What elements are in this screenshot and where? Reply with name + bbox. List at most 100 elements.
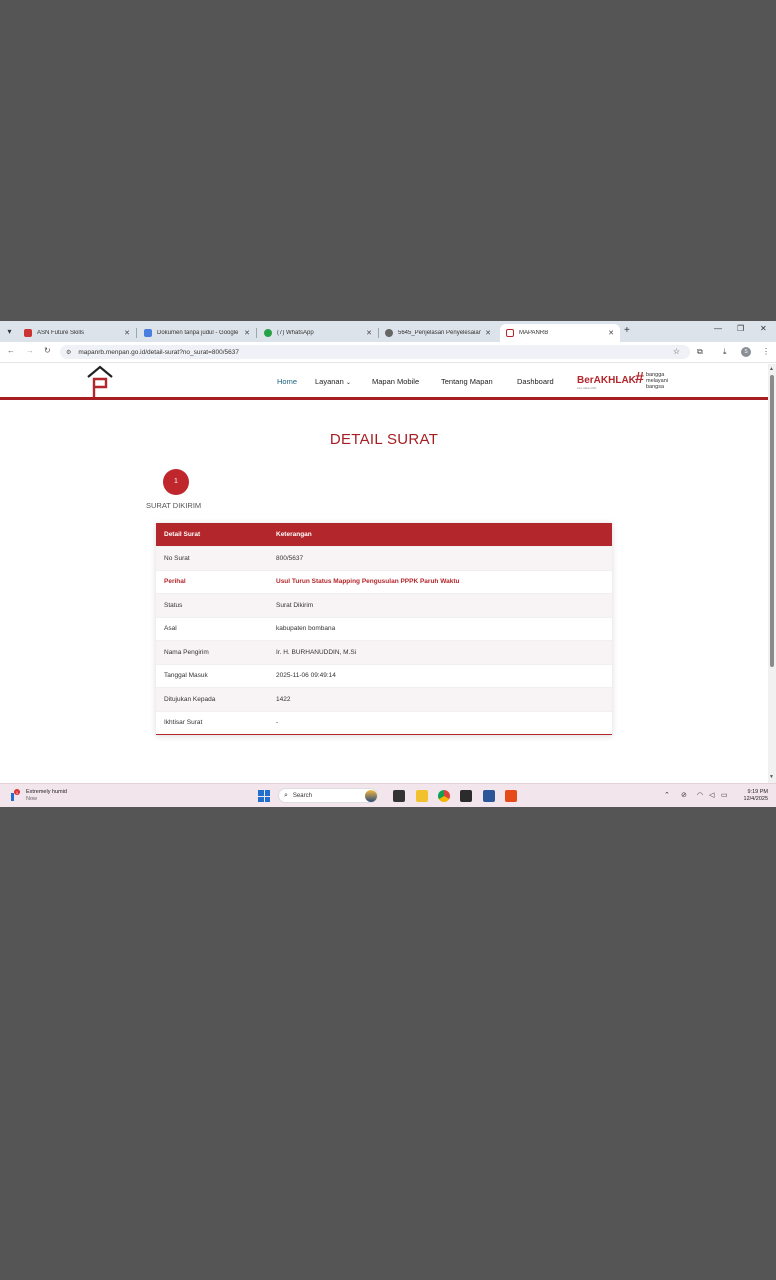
close-tab-icon[interactable]: ✕ [124, 329, 130, 337]
table-header: Detail Surat Keterangan [156, 523, 612, 546]
page-title: DETAIL SURAT [329, 431, 439, 448]
row-label: No Surat [164, 554, 190, 562]
nav-dashboard[interactable]: Dashboard [517, 377, 554, 386]
nav-mapan-mobile[interactable]: Mapan Mobile [372, 377, 419, 386]
browser-menu-icon[interactable]: ⋮ [762, 347, 770, 356]
scroll-down-icon[interactable]: ▼ [769, 774, 774, 780]
row-value: - [276, 719, 279, 727]
row-value: Surat Dikirim [276, 601, 314, 609]
detail-surat-table: Detail Surat Keterangan No Surat 800/5637… [156, 523, 612, 735]
scrollbar-thumb[interactable] [770, 375, 774, 667]
table-row: Perihal Usul Turun Status Mapping Pengusu… [156, 569, 612, 594]
no-camera-icon[interactable]: ⊘ [681, 791, 687, 799]
row-value: 2025-11-06 09:49:14 [276, 672, 336, 680]
forward-icon[interactable]: → [26, 346, 34, 355]
google-docs-favicon-icon [144, 329, 152, 337]
extensions-icon[interactable]: ⧉ [697, 347, 703, 357]
taskbar-clock[interactable]: 9:19 PM 12/4/2025 [736, 789, 768, 803]
close-window-icon[interactable]: ✕ [760, 324, 767, 333]
browser-tab-strip: ▾ ASN Future Skills ✕ Dokumen tanpa judu… [0, 321, 776, 342]
nav-tentang-mapan[interactable]: Tentang Mapan [441, 377, 493, 386]
chrome-icon[interactable] [438, 790, 450, 802]
restore-icon[interactable]: ❐ [737, 324, 744, 333]
url-field[interactable]: ⚙ mapanrb.menpan.go.id/detail-surat?no_s… [60, 345, 690, 359]
tab-mapanrb[interactable]: MAPANRB ✕ [500, 324, 620, 342]
bookmark-star-icon[interactable]: ☆ [673, 347, 680, 356]
mapan-logo-icon[interactable] [86, 365, 114, 399]
tab-google-docs[interactable]: Dokumen tanpa judul - Google ✕ [138, 324, 257, 342]
close-tab-icon[interactable]: ✕ [485, 329, 491, 337]
close-tab-icon[interactable]: ✕ [244, 329, 250, 337]
clock-time: 9:19 PM [747, 789, 768, 795]
search-placeholder: Search [292, 792, 312, 799]
volume-icon[interactable]: ◁ [709, 791, 714, 799]
chevron-down-icon: ⌄ [345, 380, 351, 386]
mapan-favicon-icon [506, 329, 514, 337]
table-row: Nama Pengirim Ir. H. BURHANUDDIN, M.Si [156, 640, 612, 664]
tab-penjelasan[interactable]: 5645_Penjelasan Penyelesaian ✕ [379, 324, 497, 342]
url-text: mapanrb.menpan.go.id/detail-surat?no_sur… [78, 348, 240, 356]
row-label: Asal [164, 625, 177, 633]
taskbar-search[interactable]: ⌕ Search [278, 788, 378, 803]
row-label: Ditujukan Kepada [164, 695, 216, 703]
tab-title: 5645_Penjelasan Penyelesaian [398, 330, 482, 336]
weather-icon[interactable]: 1 [10, 789, 24, 803]
tab-asn-future-skills[interactable]: ASN Future Skills ✕ [18, 324, 137, 342]
table-row: No Surat 800/5637 [156, 546, 612, 570]
word-icon[interactable] [483, 790, 495, 802]
profile-avatar-icon[interactable]: S [741, 347, 751, 357]
row-label: Status [164, 601, 183, 609]
whatsapp-favicon-icon [264, 329, 272, 337]
page-scrollbar[interactable]: ▲ ▼ [768, 364, 776, 783]
hashtag-icon: # [635, 370, 644, 387]
row-label: Nama Pengirim [164, 648, 209, 656]
close-tab-icon[interactable]: ✕ [608, 329, 614, 337]
row-value: Ir. H. BURHANUDDIN, M.Si [276, 648, 357, 656]
address-bar-row: ← → ↻ ⚙ mapanrb.menpan.go.id/detail-sura… [0, 342, 776, 363]
nav-layanan[interactable]: Layanan ⌄ [315, 377, 351, 386]
row-label: Perihal [164, 578, 186, 586]
nav-home[interactable]: Home [277, 377, 297, 386]
file-explorer-icon[interactable] [416, 790, 428, 802]
tab-whatsapp[interactable]: (7) WhatsApp ✕ [258, 324, 379, 342]
windows-start-icon[interactable] [258, 790, 270, 802]
app-red-icon[interactable] [505, 790, 517, 802]
close-tab-icon[interactable]: ✕ [366, 329, 372, 337]
wifi-icon[interactable]: ◠ [697, 791, 703, 799]
tab-search-icon[interactable]: ▾ [3, 325, 16, 338]
row-label: Tanggal Masuk [164, 672, 208, 680]
scroll-up-icon[interactable]: ▲ [769, 366, 774, 372]
weather-sub: Now [26, 796, 38, 802]
table-row: Ikhtisar Surat - [156, 710, 612, 735]
download-icon[interactable]: ⤓ [723, 347, 727, 357]
table-row: Status Surat Dikirim [156, 593, 612, 617]
bangga-melayani-bangsa: bangga melayani bangsa [646, 372, 669, 390]
step-indicator: 1 [163, 469, 189, 495]
widget-landscape-icon[interactable] [365, 790, 377, 802]
row-value: Usul Turun Status Mapping Pengusulan PPP… [276, 578, 460, 586]
nav-layanan-label: Layanan [315, 377, 344, 386]
table-row: Asal kabupaten bombana [156, 616, 612, 641]
table-row: Tanggal Masuk 2025-11-06 09:49:14 [156, 663, 612, 688]
weather-title: Extremely humid [26, 789, 67, 795]
tab-title: MAPANRB [519, 330, 549, 336]
tab-title: (7) WhatsApp [277, 330, 314, 336]
table-row: Ditujukan Kepada 1422 [156, 687, 612, 711]
back-icon[interactable]: ← [7, 346, 15, 355]
row-label: Ikhtisar Surat [164, 719, 203, 727]
weather-widget[interactable]: Extremely humid Now [26, 789, 67, 803]
minimize-icon[interactable]: — [714, 324, 722, 333]
site-header: Home Layanan ⌄ Mapan Mobile Tentang Mapa… [0, 364, 768, 400]
windows-taskbar: 1 Extremely humid Now ⌕ Search ⌃ ⊘ ◠ ◁ ▭… [0, 783, 776, 807]
battery-icon[interactable]: ▭ [721, 791, 728, 799]
new-tab-button[interactable]: + [624, 325, 630, 337]
task-view-icon[interactable] [393, 790, 405, 802]
tray-chevron-up-icon[interactable]: ⌃ [664, 791, 670, 799]
row-value: 1422 [276, 695, 291, 703]
site-info-icon[interactable]: ⚙ [66, 349, 71, 356]
berakhlak-tagline: Core Values ASN [577, 387, 597, 390]
terminal-icon[interactable] [460, 790, 472, 802]
reload-icon[interactable]: ↻ [44, 346, 51, 355]
row-value: 800/5637 [276, 554, 304, 562]
asn-favicon-icon [24, 329, 32, 337]
